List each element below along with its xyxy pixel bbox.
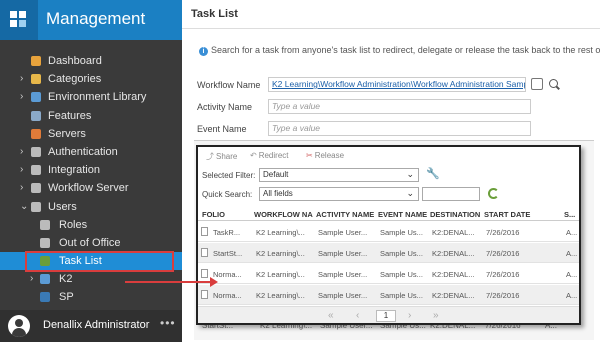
divider [182,28,600,29]
event-name-label: Event Name [197,124,247,134]
selected-filter-dropdown[interactable]: Default ⌄ [259,168,419,182]
event-name-field[interactable]: Type a value [268,121,531,136]
column-header[interactable]: DESTINATION [430,210,480,219]
column-header[interactable]: WORKFLOW NA [254,210,313,219]
app-title: Management [46,9,146,28]
task-list-highlight [25,251,174,272]
document-icon [201,290,208,299]
sidebar-item-users[interactable]: ⌄ Users [0,198,182,216]
table-row[interactable]: Norma... K2 Learning\... Sample User... … [198,285,579,305]
workflow-name-label: Workflow Name [197,80,261,90]
column-header[interactable]: EVENT NAME [378,210,427,219]
quick-search-label: Quick Search: [202,190,253,199]
workflow-icon [31,183,41,194]
last-page-icon[interactable]: » [433,310,439,321]
sidebar-item-servers[interactable]: Servers [0,125,182,143]
workflow-name-field[interactable]: K2 Learning\Workflow Administration\Work… [268,77,526,92]
users-icon [31,201,41,212]
pagination: « ‹ 1 › » [198,306,579,323]
roles-icon [40,219,50,230]
library-icon [31,92,41,103]
dashboard-icon [31,56,41,66]
sidebar: Management Dashboard › Categories › Envi… [0,0,182,342]
table-row[interactable]: Norma... K2 Learning\... Sample User... … [198,264,579,284]
document-icon [201,248,208,257]
refresh-icon[interactable] [488,188,499,199]
sharepoint-icon [40,292,50,303]
chevron-right-icon[interactable]: › [20,179,23,197]
sidebar-item-authentication[interactable]: › Authentication [0,143,182,161]
column-header[interactable]: FOLIO [202,210,225,219]
sidebar-item-sp[interactable]: SP [0,288,182,306]
out-of-office-icon [40,237,50,248]
activity-name-field[interactable]: Type a value [268,99,531,114]
sidebar-item-dashboard[interactable]: Dashboard [0,52,182,70]
column-header[interactable]: ACTIVITY NAME [316,210,374,219]
browse-icon[interactable] [531,78,543,90]
sidebar-item-out-of-office[interactable]: Out of Office [0,234,182,252]
user-name: Denallix Administrator [43,319,150,331]
sidebar-item-roles[interactable]: Roles [0,216,182,234]
document-icon [201,227,208,236]
quick-search-field-dropdown[interactable]: All fields ⌄ [259,187,419,201]
page-number-input[interactable]: 1 [376,310,396,322]
chevron-down-icon: ⌄ [406,188,414,198]
release-button[interactable]: ✂ Release [306,151,344,163]
puzzle-icon [31,165,41,176]
chevron-right-icon[interactable]: › [20,88,23,106]
chevron-right-icon[interactable]: › [20,70,23,88]
chevron-right-icon[interactable]: › [20,143,23,161]
chevron-down-icon: ⌄ [406,169,414,179]
share-button[interactable]: ⤴ Share [206,151,237,163]
info-message: i Search for a task from anyone's task li… [199,45,600,56]
table-header: FOLIO WORKFLOW NA ACTIVITY NAME EVENT NA… [198,207,579,221]
search-icon[interactable] [549,79,558,88]
table-row[interactable]: StartSt... K2 Learning\... Sample User..… [198,243,579,263]
sidebar-item-environment-library[interactable]: › Environment Library [0,88,182,106]
features-icon [31,110,41,121]
key-icon [31,146,41,157]
sidebar-footer: Denallix Administrator ••• [0,310,182,342]
k2-icon [40,274,50,285]
quick-search-input[interactable] [422,187,480,201]
arrow-head-icon [210,277,218,287]
next-page-icon[interactable]: › [408,310,411,321]
grid-logo-icon[interactable] [0,0,38,40]
previous-page-icon[interactable]: ‹ [356,310,359,321]
chevron-right-icon[interactable]: › [20,161,23,179]
selected-filter-label: Selected Filter: [202,171,256,180]
chevron-right-icon[interactable]: › [30,270,33,288]
wrench-icon[interactable]: 🔧 [426,167,440,180]
sidebar-item-features[interactable]: Features [0,107,182,125]
sidebar-item-k2[interactable]: › K2 [0,270,182,288]
column-header[interactable]: S... [564,210,575,219]
sidebar-header: Management [0,0,182,40]
table-row[interactable]: TaskR... K2 Learning\... Sample User... … [198,222,579,242]
document-icon [201,269,208,278]
avatar[interactable] [8,315,30,337]
sidebar-item-workflow-server[interactable]: › Workflow Server [0,179,182,197]
task-list-panel: ⤴ Share ↶ Redirect ✂ Release Selected Filte… [196,145,581,325]
sidebar-item-categories[interactable]: › Categories [0,70,182,88]
folder-icon [31,74,41,85]
redirect-button[interactable]: ↶ Redirect [250,151,289,163]
info-icon: i [199,47,208,56]
callout-arrow [125,281,212,283]
page-title: Task List [191,8,238,20]
first-page-icon[interactable]: « [328,310,334,321]
sidebar-item-integration[interactable]: › Integration [0,161,182,179]
column-header[interactable]: START DATE [484,210,530,219]
server-icon [31,128,41,139]
chevron-down-icon[interactable]: ⌄ [20,198,28,216]
more-options-icon[interactable]: ••• [160,316,176,330]
activity-name-label: Activity Name [197,102,253,112]
